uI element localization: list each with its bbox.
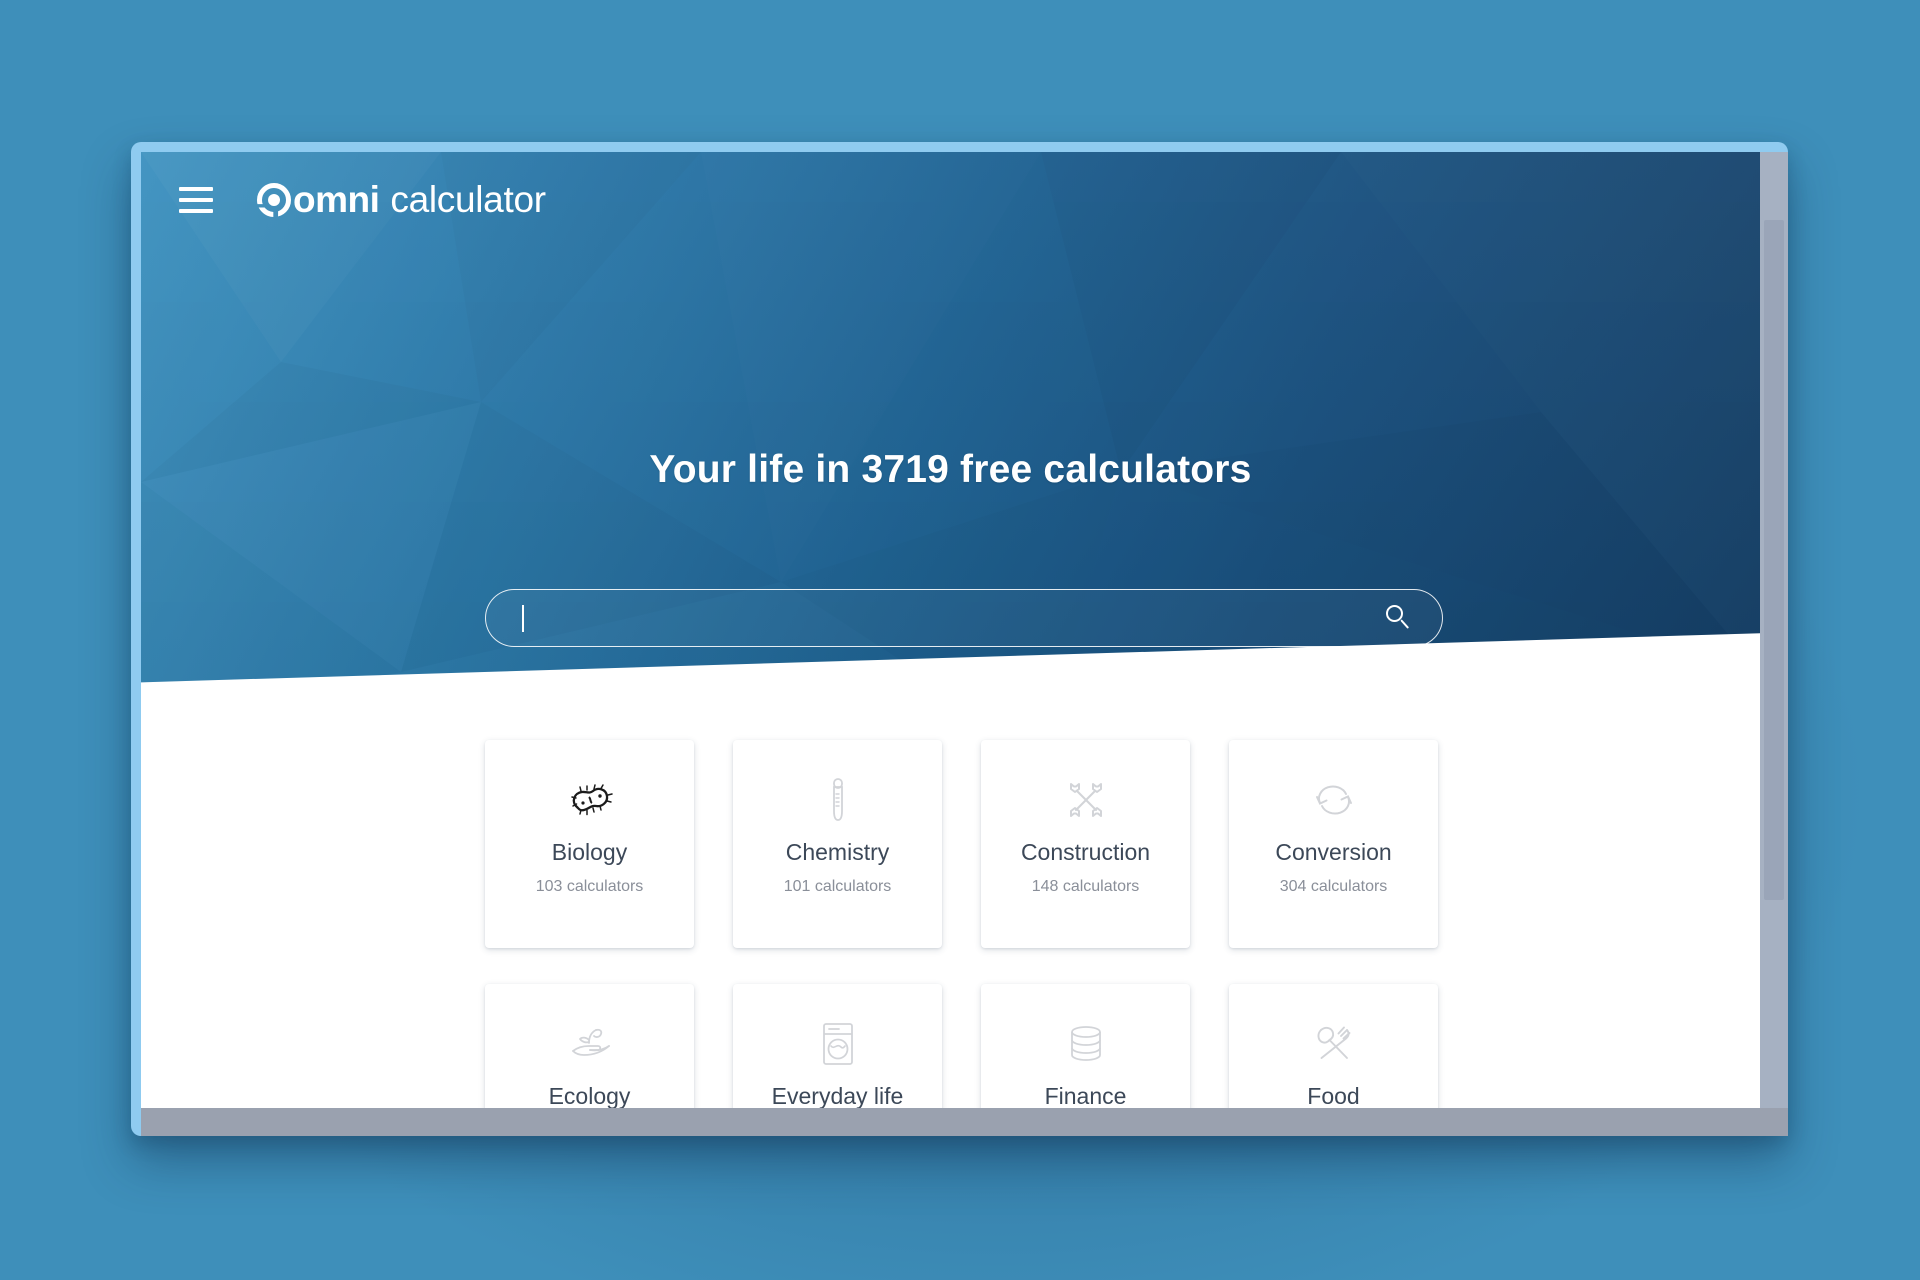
category-card-grid: Biology 103 calculators Chemistry 101 ca… bbox=[485, 740, 1443, 1108]
search-bar[interactable] bbox=[485, 589, 1443, 647]
card-title: Conversion bbox=[1275, 839, 1392, 865]
search-input[interactable] bbox=[522, 607, 1386, 629]
card-count: 103 calculators bbox=[535, 878, 644, 896]
card-title: Finance bbox=[1044, 1083, 1127, 1108]
page-viewport: omni calculator Your life in 3719 free c… bbox=[141, 152, 1788, 1108]
logo-center-dot bbox=[268, 194, 280, 206]
omni-logo-icon bbox=[257, 183, 291, 217]
category-card-conversion[interactable]: Conversion 304 calculators bbox=[1229, 740, 1438, 948]
crossed-wrenches-icon bbox=[1056, 774, 1116, 826]
horizontal-scrollbar[interactable] bbox=[141, 1108, 1788, 1136]
category-card-food[interactable]: Food 68 calculators bbox=[1229, 984, 1438, 1108]
category-card-biology[interactable]: Biology 103 calculators bbox=[485, 740, 694, 948]
brand-name-primary: omni bbox=[293, 179, 380, 220]
desktop-background: omni calculator Your life in 3719 free c… bbox=[0, 0, 1920, 1280]
fork-spoon-icon bbox=[1304, 1018, 1364, 1070]
hamburger-line-3 bbox=[179, 209, 213, 213]
bacteria-icon bbox=[560, 774, 620, 826]
card-title: Construction bbox=[1020, 839, 1151, 865]
search-handle bbox=[1400, 619, 1410, 629]
circular-arrows-icon bbox=[1304, 774, 1364, 826]
page-title: Your life in 3719 free calculators bbox=[649, 448, 1252, 491]
pipette-icon bbox=[808, 774, 868, 826]
browser-window: omni calculator Your life in 3719 free c… bbox=[131, 142, 1788, 1136]
hamburger-line-2 bbox=[179, 198, 213, 202]
card-title: Everyday life bbox=[771, 1083, 904, 1108]
category-card-construction[interactable]: Construction 148 calculators bbox=[981, 740, 1190, 948]
category-card-ecology[interactable]: Ecology 32 calculators bbox=[485, 984, 694, 1108]
site-header: omni calculator bbox=[141, 152, 1760, 248]
category-card-everyday-life[interactable]: Everyday life 263 calculators bbox=[733, 984, 942, 1108]
card-title: Chemistry bbox=[785, 839, 890, 865]
card-title: Biology bbox=[551, 839, 628, 865]
category-card-finance[interactable]: Finance 599 calculators bbox=[981, 984, 1190, 1108]
brand-logo[interactable]: omni calculator bbox=[257, 179, 546, 221]
washing-machine-icon bbox=[808, 1018, 868, 1070]
search-box[interactable] bbox=[485, 589, 1443, 647]
vertical-scrollbar[interactable] bbox=[1760, 152, 1788, 1108]
hamburger-line-1 bbox=[179, 187, 213, 191]
card-count: 304 calculators bbox=[1279, 878, 1388, 896]
search-icon[interactable] bbox=[1386, 605, 1412, 631]
card-count: 101 calculators bbox=[783, 878, 892, 896]
category-card-chemistry[interactable]: Chemistry 101 calculators bbox=[733, 740, 942, 948]
card-title: Food bbox=[1307, 1083, 1360, 1108]
card-title: Ecology bbox=[548, 1083, 631, 1108]
coin-stack-icon bbox=[1056, 1018, 1116, 1070]
hamburger-menu-icon[interactable] bbox=[179, 187, 213, 213]
vertical-scrollbar-thumb[interactable] bbox=[1764, 220, 1784, 900]
text-cursor bbox=[522, 605, 524, 632]
card-count: 148 calculators bbox=[1031, 878, 1140, 896]
brand-name-secondary: calculator bbox=[390, 179, 546, 220]
hand-sprout-icon bbox=[560, 1018, 620, 1070]
